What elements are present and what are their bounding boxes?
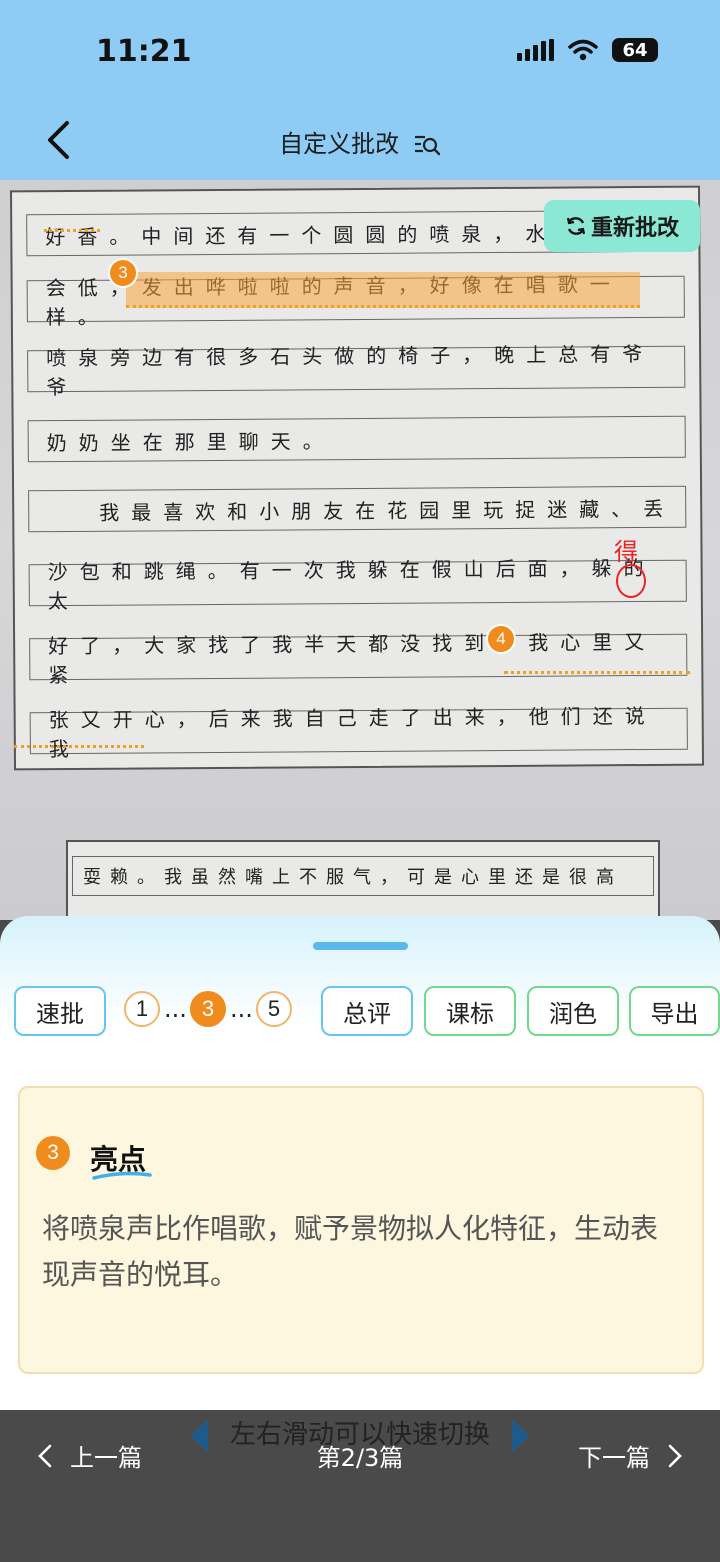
essay-row: 奶奶坐在那里聊天。 bbox=[27, 415, 686, 463]
battery-icon: 64 bbox=[612, 38, 658, 62]
error-circle bbox=[616, 564, 646, 598]
annotation-page-3[interactable]: 3 bbox=[190, 991, 226, 1027]
essay-photo[interactable]: 好香。中间还有一个圆圆的喷泉，水 会低，发出哗啦啦的声音，好像在唱歌一样。 喷泉… bbox=[0, 180, 720, 920]
essay-row: 我最喜欢和小朋友在花园里玩捉迷藏、丢 bbox=[28, 485, 687, 533]
chevron-right-icon bbox=[668, 1444, 682, 1467]
search-list-icon[interactable] bbox=[413, 132, 441, 158]
comment-card: 3 亮点 将喷泉声比作唱歌，赋予景物拟人化特征，生动表现声音的悦耳。 bbox=[18, 1086, 704, 1374]
essay-row: 喷泉旁边有很多石头做的椅子，晚上总有爷爷 bbox=[27, 342, 686, 399]
pager-ellipsis: ... bbox=[164, 995, 187, 1023]
page-title: 自定义批改 bbox=[0, 124, 720, 159]
annotation-badge-3[interactable]: 3 bbox=[108, 258, 138, 288]
status-icons: 64 bbox=[517, 38, 658, 62]
annotation-page-5[interactable]: 5 bbox=[256, 991, 292, 1027]
page-title-text: 自定义批改 bbox=[279, 130, 400, 158]
annotation-pager: 1 ... 3 ... 5 bbox=[124, 991, 292, 1027]
annotation-badge-4[interactable]: 4 bbox=[486, 624, 516, 654]
export-label: 导出 bbox=[650, 999, 699, 1028]
annotation-page-1[interactable]: 1 bbox=[124, 991, 160, 1027]
quick-review-button[interactable]: 速批 bbox=[14, 986, 106, 1036]
bottom-navigation: 左右滑动可以快速切换 上一篇 第2/3篇 下一篇 bbox=[0, 1410, 720, 1562]
next-page-preview: 耍赖。我虽然嘴上不服气，可是心里还是很高 bbox=[66, 840, 660, 920]
regrade-label: 重新批改 bbox=[590, 216, 679, 241]
sheet-drag-handle[interactable] bbox=[313, 942, 408, 950]
wavy-underline bbox=[14, 742, 144, 748]
quick-review-label: 速批 bbox=[36, 999, 84, 1028]
polish-button[interactable]: 润色 bbox=[527, 986, 619, 1036]
pager-ellipsis: ... bbox=[230, 995, 253, 1023]
regrade-button[interactable]: 重新批改 bbox=[544, 200, 700, 252]
summary-label: 总评 bbox=[343, 999, 391, 1028]
summary-button[interactable]: 总评 bbox=[321, 986, 413, 1036]
essay-row: 沙包和跳绳。有一次我躲在假山后面，躲的太 bbox=[28, 556, 687, 613]
wavy-underline bbox=[504, 668, 690, 674]
wavy-underline bbox=[44, 226, 100, 232]
standard-button[interactable]: 课标 bbox=[424, 986, 516, 1036]
comment-text: 将喷泉声比作唱歌，赋予景物拟人化特征，生动表现声音的悦耳。 bbox=[42, 1212, 659, 1291]
wifi-icon bbox=[568, 39, 598, 61]
export-button[interactable]: 导出 bbox=[629, 986, 720, 1036]
next-essay-button[interactable]: 下一篇 bbox=[578, 1438, 682, 1473]
polish-label: 润色 bbox=[549, 999, 597, 1028]
review-toolbar: 速批 1 ... 3 ... 5 总评 课标 润色 导出 bbox=[14, 986, 720, 1036]
cellular-signal-icon bbox=[517, 39, 554, 61]
review-bottom-sheet: 速批 1 ... 3 ... 5 总评 课标 润色 导出 3 亮点 将喷泉声比作… bbox=[0, 916, 720, 1410]
refresh-icon bbox=[566, 217, 586, 235]
next-essay-label: 下一篇 bbox=[578, 1444, 650, 1472]
top-header: 11:21 64 自定义批改 bbox=[0, 0, 720, 180]
essay-row: 耍赖。我虽然嘴上不服气，可是心里还是很高 bbox=[72, 856, 654, 896]
comment-number-badge: 3 bbox=[36, 1136, 70, 1170]
title-underline-decoration bbox=[92, 1172, 152, 1180]
correction-mark[interactable]: 得 bbox=[614, 532, 638, 567]
status-time: 11:21 bbox=[96, 34, 192, 69]
standard-label: 课标 bbox=[446, 999, 494, 1028]
highlight-sentence-3[interactable] bbox=[126, 272, 640, 308]
